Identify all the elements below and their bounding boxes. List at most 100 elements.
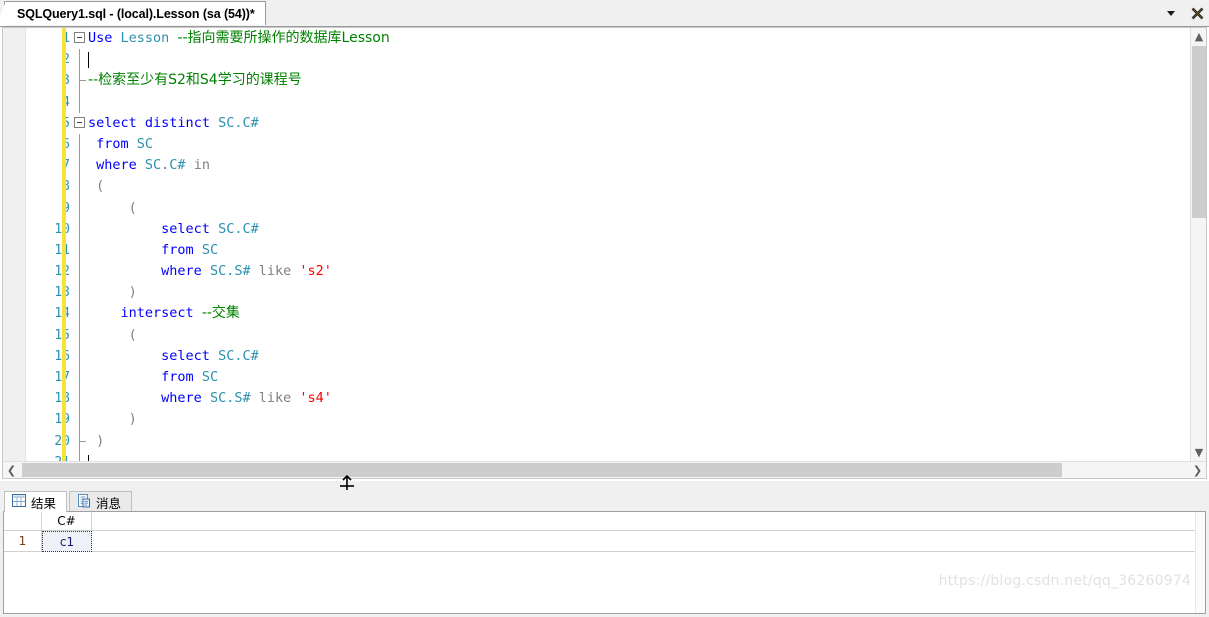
code-line[interactable]: 15 ( — [26, 324, 1189, 346]
code-line[interactable]: 5 select distinct SC.C# — [26, 112, 1189, 134]
code-token: Use — [88, 30, 113, 46]
code-line[interactable]: 21 — [26, 451, 1189, 461]
change-bar — [62, 367, 66, 389]
column-header[interactable]: C# — [42, 512, 92, 531]
column-header-filler — [92, 512, 1205, 531]
code-line[interactable]: 2 — [26, 49, 1189, 71]
code-token: ) — [88, 411, 137, 428]
editor-vertical-scrollbar[interactable]: ▲ ▼ — [1190, 28, 1206, 461]
code-token: SC.S# — [209, 390, 251, 407]
outlining-glyph — [73, 345, 87, 367]
collapse-minus-icon[interactable] — [74, 116, 85, 128]
outline-vline — [79, 367, 80, 389]
text-caret — [88, 52, 89, 69]
code-token: SC.S# — [209, 263, 251, 280]
outlining-glyph — [73, 91, 87, 113]
outline-vline — [79, 49, 80, 71]
code-token: from — [96, 135, 129, 152]
code-line-text: from SC — [88, 367, 218, 388]
code-line-text: where SC.S# like 's4' — [88, 388, 332, 409]
code-line[interactable]: 20 ) — [26, 430, 1189, 452]
code-line[interactable]: 19 ) — [26, 409, 1189, 431]
code-line[interactable]: 3 --检索至少有S2和S4学习的课程号 — [26, 70, 1189, 92]
scroll-right-button[interactable]: ❯ — [1189, 462, 1206, 478]
code-token: SC.C# — [144, 157, 186, 174]
editor-selection-margin — [3, 28, 26, 478]
code-line[interactable]: 11 from SC — [26, 239, 1189, 262]
grid-corner-cell[interactable] — [4, 512, 42, 531]
collapse-minus-icon[interactable] — [74, 32, 85, 43]
code-line-text: Use Lesson --指向需要所操作的数据库Lesson — [88, 28, 390, 49]
change-bar — [62, 451, 66, 461]
pane-splitter[interactable] — [0, 474, 1209, 498]
document-tab-label: SQLQuery1.sql - (local).Lesson (sa (54))… — [17, 6, 255, 21]
outlining-glyph[interactable] — [73, 28, 87, 49]
results-vertical-scrollbar[interactable] — [1195, 512, 1205, 613]
chevron-up-icon: ▲ — [1194, 30, 1204, 43]
outlining-glyph — [73, 197, 87, 219]
code-line[interactable]: 1 Use Lesson --指向需要所操作的数据库Lesson — [26, 28, 1189, 50]
outline-vline — [79, 176, 80, 198]
grid-cell[interactable]: c1 — [42, 531, 92, 552]
tab-messages[interactable]: 消息 — [69, 491, 133, 512]
editor-vscroll-thumb[interactable] — [1192, 46, 1206, 218]
code-line[interactable]: 18 where SC.S# like 's4' — [26, 388, 1189, 410]
scroll-down-button[interactable]: ▼ — [1191, 444, 1206, 461]
outline-vline — [79, 451, 80, 461]
grid-icon — [12, 494, 26, 510]
outline-vline — [79, 324, 80, 346]
chevron-down-icon: ▼ — [1194, 446, 1204, 459]
code-token: ( — [88, 326, 137, 343]
code-line[interactable]: 9 ( — [26, 197, 1189, 219]
outline-vline — [79, 388, 80, 410]
code-line[interactable]: 4 — [26, 91, 1189, 113]
code-line[interactable]: 16 select SC.C# — [26, 345, 1189, 367]
code-line[interactable]: 8 ( — [26, 176, 1189, 198]
sql-code-area[interactable]: 1 Use Lesson --指向需要所操作的数据库Lesson 2 3 --检索至少有… — [26, 28, 1189, 461]
table-row[interactable]: 1 c1 — [4, 531, 1205, 552]
editor-hscroll-thumb[interactable] — [22, 463, 1062, 477]
code-line[interactable]: 13 ) — [26, 282, 1189, 304]
code-token: like — [258, 263, 292, 280]
code-line-text: --检索至少有S2和S4学习的课程号 — [88, 70, 302, 91]
code-line[interactable]: 14 intersect --交集 — [26, 303, 1189, 325]
editor-horizontal-scrollbar[interactable]: ❮ ❯ — [3, 461, 1206, 478]
chevron-down-icon[interactable] — [1163, 4, 1179, 22]
code-token: --检索至少有S2和S4学习的课程号 — [88, 72, 302, 89]
code-line[interactable]: 17 from SC — [26, 367, 1189, 389]
scroll-left-button[interactable]: ❮ — [3, 462, 20, 478]
change-bar — [62, 282, 66, 304]
outlining-glyph — [73, 155, 87, 177]
code-line[interactable]: 10 select SC.C# — [26, 218, 1189, 240]
outlining-glyph[interactable] — [73, 113, 87, 134]
tab-results[interactable]: 结果 — [4, 491, 68, 512]
code-line[interactable]: 6 from SC — [26, 133, 1189, 156]
outline-vline — [79, 239, 80, 262]
document-tab-sqlquery1[interactable]: SQLQuery1.sql - (local).Lesson (sa (54))… — [0, 1, 266, 26]
tab-results-label: 结果 — [31, 495, 57, 511]
document-tab-strip: SQLQuery1.sql - (local).Lesson (sa (54))… — [0, 0, 1209, 26]
results-grid[interactable]: C# 1 c1 https://blog.csdn.net/qq_36260974 — [3, 511, 1206, 614]
sql-editor-pane: 1 Use Lesson --指向需要所操作的数据库Lesson 2 3 --检索至少有… — [0, 26, 1209, 481]
code-token: ( — [88, 178, 105, 195]
code-token: SC.C# — [218, 114, 259, 131]
scroll-up-button[interactable]: ▲ — [1191, 28, 1206, 45]
outlining-glyph — [73, 176, 87, 198]
code-line[interactable]: 12 where SC.S# like 's2' — [26, 261, 1189, 283]
close-icon[interactable] — [1189, 4, 1205, 22]
outline-vline — [79, 197, 80, 219]
code-line-text: ( — [88, 325, 137, 346]
code-line[interactable]: 7 where SC.C# in — [26, 155, 1189, 177]
outline-vline — [79, 409, 80, 431]
row-number-cell[interactable]: 1 — [4, 531, 42, 552]
outlining-glyph — [73, 388, 87, 410]
code-line-text: select distinct SC.C# — [88, 113, 259, 134]
outline-vline — [79, 91, 80, 113]
